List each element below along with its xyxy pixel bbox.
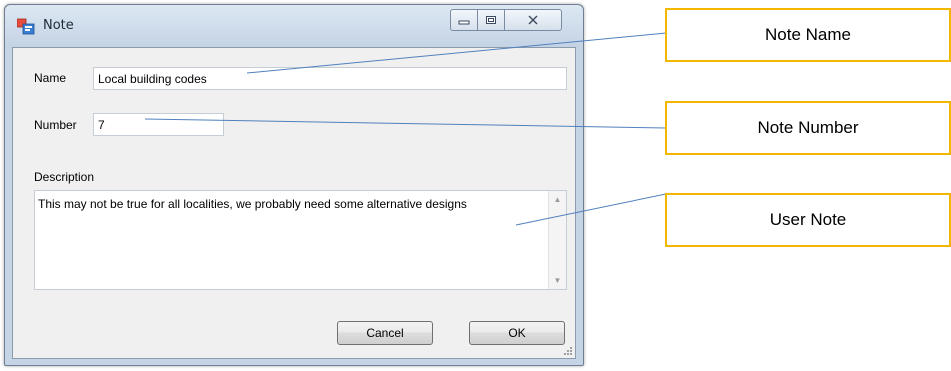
callout-note-number: Note Number: [665, 101, 951, 155]
leader-line-number: [144, 118, 667, 129]
callout-note-name: Note Name: [665, 8, 951, 62]
leader-line-user-note: [515, 193, 667, 226]
leader-line-name: [246, 32, 667, 74]
callout-user-note: User Note: [665, 193, 951, 247]
